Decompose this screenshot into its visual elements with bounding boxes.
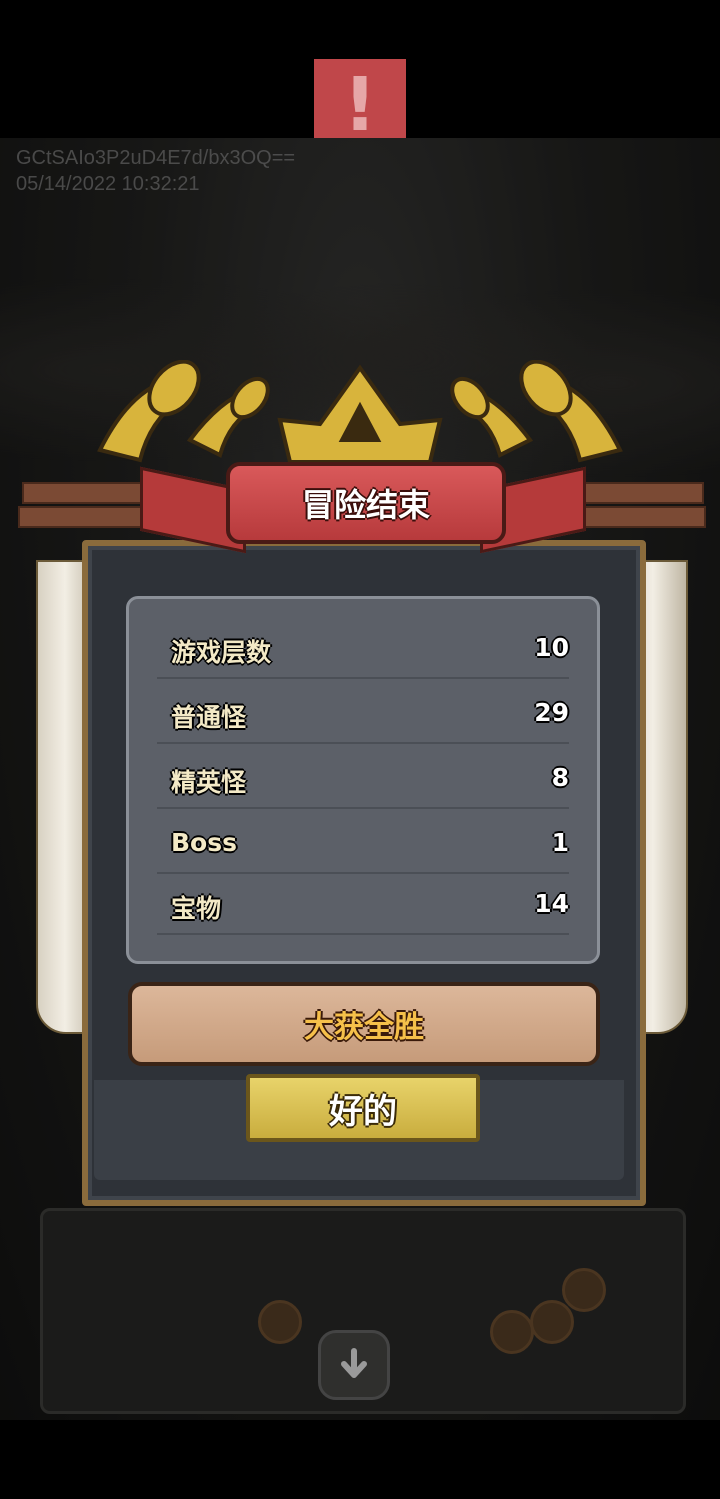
- stat-value: 10: [534, 633, 569, 662]
- barrel-icon: [530, 1300, 574, 1344]
- barrel-icon: [562, 1268, 606, 1312]
- stat-label: 精英怪: [171, 768, 247, 797]
- result-banner: 大获全胜: [128, 982, 600, 1066]
- stat-row-elite-monsters: 精英怪 8: [157, 745, 569, 809]
- barrel-icon: [258, 1300, 302, 1344]
- watermark-id: GCtSAIo3P2uD4E7d/bx3OQ==: [16, 147, 296, 169]
- stats-table: 游戏层数 10 普通怪 29 精英怪 8 Boss 1 宝物 14: [126, 596, 600, 964]
- watermark-timestamp: 05/14/2022 10:32:21: [16, 173, 200, 195]
- session-watermark: GCtSAIo3P2uD4E7d/bx3OQ== 05/14/2022 10:3…: [16, 145, 295, 197]
- confirm-button-label: 好的: [329, 1091, 397, 1132]
- stat-value: 14: [534, 889, 569, 918]
- stat-label: 游戏层数: [171, 638, 272, 667]
- confirm-button[interactable]: 好的: [246, 1074, 480, 1142]
- stat-label: 宝物: [171, 894, 222, 923]
- result-text: 大获全胜: [304, 1010, 424, 1045]
- stat-value: 8: [551, 763, 569, 792]
- barrel-icon: [490, 1310, 534, 1354]
- stat-label: Boss: [171, 828, 237, 857]
- stat-value: 1: [551, 828, 569, 857]
- stat-row-treasures: 宝物 14: [157, 871, 569, 935]
- scroll-down-button[interactable]: [318, 1330, 390, 1400]
- stat-label: 普通怪: [171, 703, 247, 732]
- alert-glyph: !: [343, 62, 377, 148]
- dialog-title-banner: 冒险结束: [226, 462, 506, 544]
- arrow-down-icon: [341, 1348, 367, 1378]
- stat-value: 29: [534, 698, 569, 727]
- dialog-title: 冒险结束: [301, 486, 430, 524]
- stat-row-floors: 游戏层数 10: [157, 615, 569, 679]
- stat-row-boss: Boss 1: [157, 810, 569, 874]
- stat-row-normal-monsters: 普通怪 29: [157, 680, 569, 744]
